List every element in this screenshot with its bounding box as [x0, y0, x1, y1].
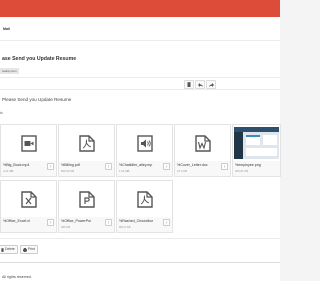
divider — [0, 238, 280, 239]
attachment-card[interactable]: %Office_PowerPoi 465 KB ⤓ — [58, 180, 115, 233]
divider — [0, 40, 280, 41]
download-icon[interactable]: ⤓ — [105, 219, 112, 226]
attachment-name: %Chatkiller_alley.mp — [119, 163, 153, 167]
download-icon[interactable]: ⤓ — [163, 163, 170, 170]
reply-icon — [197, 82, 203, 87]
delete-button[interactable]: Delete — [0, 245, 18, 254]
print-icon — [23, 247, 27, 252]
top-header-bar — [0, 0, 280, 17]
sender-address: ivainly.com — [0, 68, 19, 74]
video-icon — [20, 134, 37, 152]
attachment-size: 465 KB — [61, 225, 71, 229]
page-footer: All rights reserved. — [0, 262, 280, 281]
attachment-name: %Big_Buck.mp4 — [3, 163, 30, 167]
reply-button[interactable] — [195, 80, 205, 89]
trash-icon — [1, 247, 4, 252]
download-icon[interactable]: ⤓ — [163, 219, 170, 226]
delete-label: Delete — [5, 247, 15, 251]
attachment-card[interactable]: %Rashed_Chowdbur 600.6 KB ⤓ — [116, 180, 173, 233]
attachment-name: %Rashed_Chowdbur — [119, 219, 153, 223]
pdf-icon — [136, 190, 153, 208]
attachment-size: 600.02 KB — [61, 169, 75, 173]
delete-message-button[interactable] — [184, 80, 194, 89]
image-thumbnail — [234, 127, 279, 159]
message-body: Please Send you Update Resume — [2, 97, 72, 102]
pdf-icon — [78, 134, 95, 152]
download-icon[interactable]: ⤓ — [221, 163, 228, 170]
word-icon — [194, 134, 211, 152]
attachment-size: 4.21 MB — [3, 169, 14, 173]
mailbox-title: Mail — [3, 27, 10, 31]
print-button[interactable]: Print — [20, 245, 38, 254]
download-icon[interactable]: ⤓ — [47, 163, 54, 170]
excel-icon — [20, 190, 37, 208]
forward-icon — [208, 82, 214, 87]
attachment-card[interactable]: %Chatkiller_alley.mp 1.61 MB ⤓ — [116, 124, 173, 177]
attachment-name: %Billing.pdf — [61, 163, 80, 167]
attachment-name: %employee.png — [235, 163, 261, 167]
attachments-heading: ts — [0, 111, 3, 115]
message-subject: ase Send you Update Resume — [2, 56, 77, 62]
download-icon[interactable]: ⤓ — [105, 163, 112, 170]
attachment-card[interactable]: %Big_Buck.mp4 4.21 MB ⤓ — [0, 124, 57, 177]
attachment-name: %Cover_Letter.doc — [177, 163, 208, 167]
powerpoint-icon — [78, 190, 95, 208]
attachment-size: 600.6 KB — [119, 225, 131, 229]
attachment-card[interactable]: %employee.png 200.01 KB — [232, 124, 281, 177]
footer-text: All rights reserved. — [2, 275, 32, 279]
divider — [0, 89, 280, 90]
attachment-size: 1.61 MB — [119, 169, 130, 173]
attachment-size: 27.4 KB — [177, 169, 187, 173]
message-toolbar — [184, 80, 216, 89]
forward-button[interactable] — [206, 80, 216, 89]
divider — [0, 77, 280, 78]
attachment-card[interactable]: %Office_Excel.xl ⤓ — [0, 180, 57, 233]
download-icon[interactable]: ⤓ — [47, 219, 54, 226]
attachment-name: %Office_PowerPoi — [61, 219, 91, 223]
attachment-size: 200.01 KB — [235, 169, 249, 173]
print-label: Print — [28, 247, 35, 251]
audio-icon — [136, 134, 153, 152]
trash-icon — [187, 82, 191, 87]
attachment-card[interactable]: %Billing.pdf 600.02 KB ⤓ — [58, 124, 115, 177]
attachment-card[interactable]: %Cover_Letter.doc 27.4 KB ⤓ — [174, 124, 231, 177]
attachment-name: %Office_Excel.xl — [3, 219, 30, 223]
